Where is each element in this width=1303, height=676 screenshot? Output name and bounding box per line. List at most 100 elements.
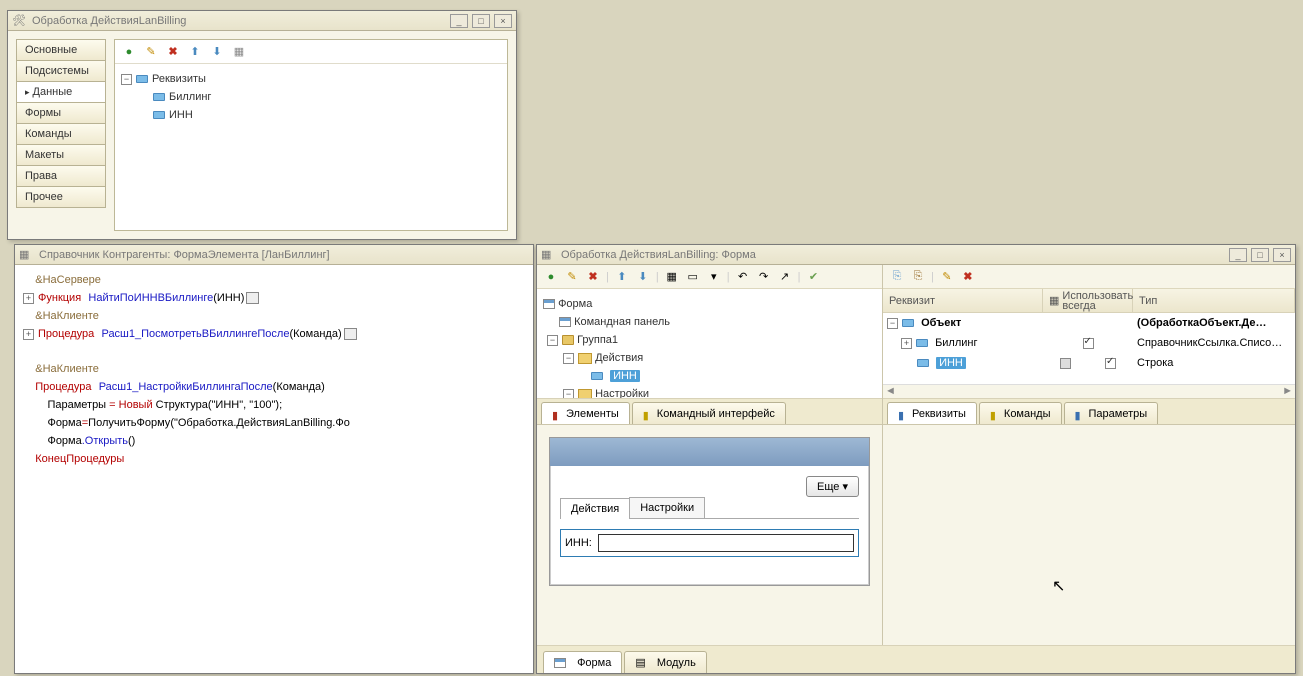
nav-tab-other[interactable]: Прочее: [16, 186, 106, 208]
form-elements-pane: ● ✎ ✖ | ⬆ ⬇ | ▦ ▭ ▾ | ↶ ↷ ↗ | ✔: [537, 265, 883, 424]
ellipsis-icon[interactable]: [246, 292, 259, 304]
col-use-always[interactable]: ▦Использовать всегда: [1043, 289, 1133, 312]
grid-icon[interactable]: ▦: [664, 269, 680, 285]
tab-parameters[interactable]: ▮Параметры: [1064, 402, 1159, 424]
inn-input[interactable]: [598, 534, 854, 552]
fold-icon[interactable]: +: [23, 293, 34, 304]
field-label: ИНН:: [565, 537, 592, 549]
add-icon[interactable]: ●: [121, 44, 137, 60]
bottom-tab-form[interactable]: Форма: [543, 651, 622, 673]
window-processing-main: 🛠 Обработка ДействияLanBilling _ □ × Осн…: [7, 10, 517, 240]
dropdown-icon[interactable]: ▾: [706, 269, 722, 285]
titlebar[interactable]: ▦ Справочник Контрагенты: ФормаЭлемента …: [15, 245, 533, 265]
tree-root: Реквизиты: [152, 73, 206, 85]
edit-icon[interactable]: ✎: [143, 44, 159, 60]
maximize-button[interactable]: □: [1251, 248, 1269, 262]
checkbox[interactable]: [1105, 358, 1116, 369]
collapse-icon[interactable]: −: [547, 335, 558, 346]
tree-item[interactable]: Биллинг: [169, 91, 211, 103]
column-headers: Реквизит ▦Использовать всегда Тип: [883, 289, 1295, 313]
col-type[interactable]: Тип: [1133, 289, 1295, 312]
tab-command-interface[interactable]: ▮Командный интерфейс: [632, 402, 786, 424]
nav-tab-layouts[interactable]: Макеты: [16, 144, 106, 166]
window-form-designer: ▦ Обработка ДействияLanBilling: Форма _ …: [536, 244, 1296, 674]
folder-open-icon: [578, 353, 592, 364]
nav-tab-main[interactable]: Основные: [16, 39, 106, 61]
form-preview-area: Еще ▾ Действия Настройки ИНН:: [537, 425, 883, 645]
close-button[interactable]: ×: [494, 14, 512, 28]
ellipsis-icon[interactable]: [344, 328, 357, 340]
expand-icon[interactable]: ↗: [777, 269, 793, 285]
field-icon: [591, 372, 603, 380]
empty-area: [883, 425, 1295, 645]
node-icon: [136, 75, 148, 83]
selected-item[interactable]: ИНН: [610, 370, 640, 382]
tree-item[interactable]: ИНН: [169, 109, 193, 121]
collapse-icon[interactable]: −: [121, 74, 132, 85]
undo-icon[interactable]: ↶: [735, 269, 751, 285]
titlebar[interactable]: ▦ Обработка ДействияLanBilling: Форма _ …: [537, 245, 1295, 265]
tab-attributes[interactable]: ▮Реквизиты: [887, 402, 977, 424]
tab-elements[interactable]: ▮Элементы: [541, 402, 630, 424]
preview-tab-settings[interactable]: Настройки: [629, 497, 705, 518]
window-code-editor: ▦ Справочник Контрагенты: ФормаЭлемента …: [14, 244, 534, 674]
form-preview: Еще ▾ Действия Настройки ИНН:: [549, 437, 870, 586]
attr-icon: [902, 319, 914, 327]
nav-tab-rights[interactable]: Права: [16, 165, 106, 187]
attr-icon: [153, 93, 165, 101]
up-icon[interactable]: ⬆: [187, 44, 203, 60]
attr-icon: [153, 111, 165, 119]
bottom-tab-module[interactable]: ▤ Модуль: [624, 651, 706, 673]
code-editor[interactable]: &НаСервере +Функция НайтиПоИННВБиллинге(…: [15, 265, 533, 673]
minimize-button[interactable]: _: [1229, 248, 1247, 262]
tab-commands[interactable]: ▮Команды: [979, 402, 1062, 424]
more-button[interactable]: Еще ▾: [806, 476, 859, 497]
collapse-icon[interactable]: −: [887, 318, 898, 329]
attr-icon: [916, 339, 928, 347]
toolbar: ⎘ ⎘ | ✎ ✖: [883, 265, 1295, 289]
attr-icon: [917, 359, 929, 367]
properties-icon[interactable]: ▦: [231, 44, 247, 60]
preview-tab-actions[interactable]: Действия: [560, 498, 630, 519]
selected-attr[interactable]: ИНН: [936, 357, 966, 369]
fold-icon[interactable]: +: [23, 329, 34, 340]
nav-tab-subsystems[interactable]: Подсистемы: [16, 60, 106, 82]
expand-icon[interactable]: +: [901, 338, 912, 349]
down-icon[interactable]: ⬇: [209, 44, 225, 60]
checkbox-grey[interactable]: [1060, 358, 1071, 369]
delete-icon[interactable]: ✖: [585, 269, 601, 285]
module-icon: ▤: [635, 656, 645, 669]
titlebar[interactable]: 🛠 Обработка ДействияLanBilling _ □ ×: [8, 11, 516, 31]
scroll-right-icon[interactable]: ►: [1282, 385, 1293, 398]
edit-icon[interactable]: ✎: [564, 269, 580, 285]
preview-titlebar: [550, 438, 869, 466]
down-icon[interactable]: ⬇: [635, 269, 651, 285]
up-icon[interactable]: ⬆: [614, 269, 630, 285]
attributes-pane: ⎘ ⎘ | ✎ ✖ Реквизит ▦Использовать всегда …: [883, 265, 1295, 424]
delete-icon[interactable]: ✖: [165, 44, 181, 60]
app-icon: 🛠: [12, 14, 26, 28]
copy-icon[interactable]: ⎘: [889, 269, 905, 285]
nav-tab-commands[interactable]: Команды: [16, 123, 106, 145]
add-icon[interactable]: ●: [543, 269, 559, 285]
field-icon[interactable]: ▭: [685, 269, 701, 285]
attributes-grid[interactable]: − Объект (ОбработкаОбъект.Де… + Биллинг …: [883, 313, 1295, 384]
col-attribute[interactable]: Реквизит: [883, 289, 1043, 312]
check-icon[interactable]: ✔: [805, 269, 821, 285]
collapse-icon[interactable]: −: [563, 389, 574, 399]
scroll-left-icon[interactable]: ◄: [885, 385, 896, 398]
close-button[interactable]: ×: [1273, 248, 1291, 262]
checkbox[interactable]: [1083, 338, 1094, 349]
redo-icon[interactable]: ↷: [756, 269, 772, 285]
attributes-tree[interactable]: − Реквизиты Биллинг ИНН: [115, 64, 507, 230]
edit-icon[interactable]: ✎: [939, 269, 955, 285]
nav-tab-forms[interactable]: Формы: [16, 102, 106, 124]
maximize-button[interactable]: □: [472, 14, 490, 28]
nav-tab-data[interactable]: Данные: [16, 81, 106, 103]
window-title: Справочник Контрагенты: ФормаЭлемента [Л…: [39, 249, 529, 261]
paste-icon[interactable]: ⎘: [910, 269, 926, 285]
minimize-button[interactable]: _: [450, 14, 468, 28]
form-tree[interactable]: Форма Командная панель − Группа1 − Дейст…: [537, 289, 882, 398]
collapse-icon[interactable]: −: [563, 353, 574, 364]
delete-icon[interactable]: ✖: [960, 269, 976, 285]
